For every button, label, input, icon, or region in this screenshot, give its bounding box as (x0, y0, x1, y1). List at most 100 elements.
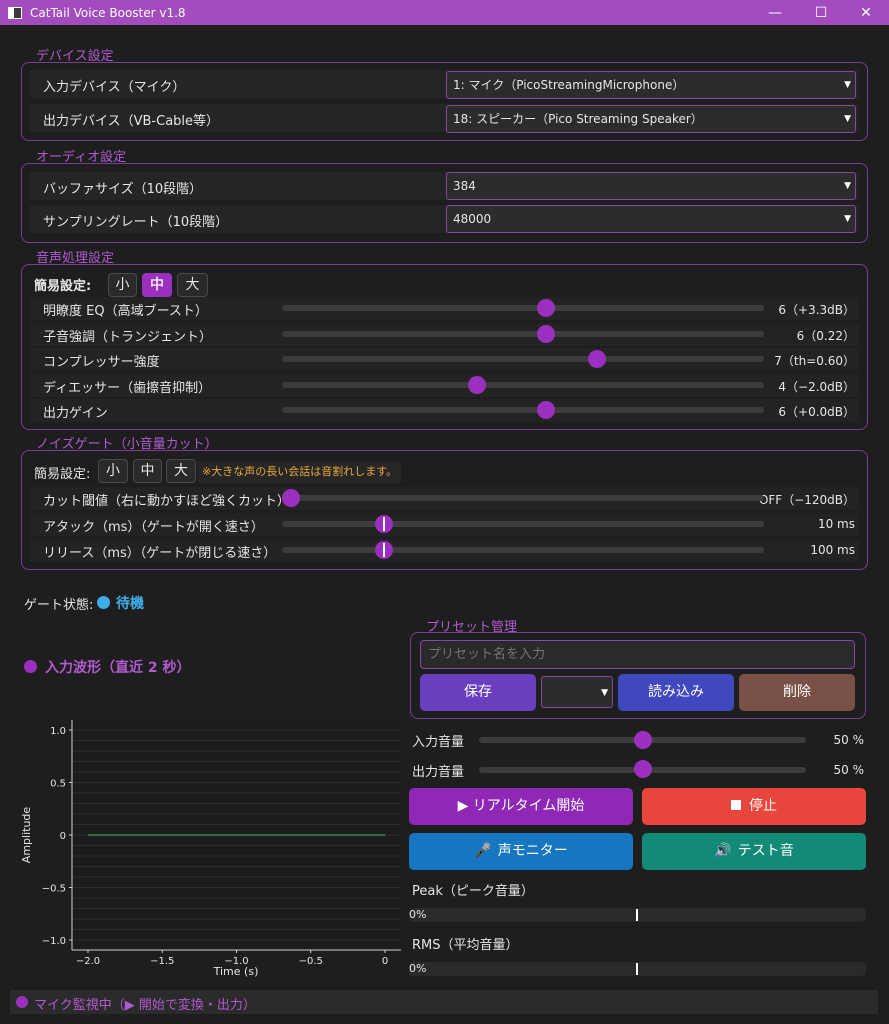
waveform-title: 入力波形（直近 2 秒） (45, 660, 191, 676)
output-volume-value: 50 % (833, 763, 865, 777)
title-bar: CatTail Voice Booster v1.8 — ☐ ✕ (0, 0, 889, 25)
delete-button[interactable]: 削除 (739, 674, 855, 711)
voice-slider-label: コンプレッサー強度 (43, 355, 160, 370)
input-device-select[interactable]: 1: マイク（PicoStreamingMicrophone） ▼ (446, 71, 856, 99)
voice-slider-label: 明瞭度 EQ（高域ブースト） (43, 304, 208, 319)
chevron-down-icon: ▼ (601, 688, 608, 698)
rms-meter: 0% (409, 962, 866, 976)
stop-button[interactable]: 停止 (642, 788, 866, 825)
input-volume-knob[interactable] (633, 731, 652, 749)
gate-preset-medium[interactable]: 中 (133, 459, 162, 483)
input-volume-label: 入力音量 (412, 735, 465, 750)
voice-slider-track[interactable] (282, 330, 764, 337)
output-volume-knob[interactable] (633, 760, 652, 778)
y-tick-label: 0.5 (50, 779, 66, 790)
waveform-chart: 1.00.50−0.5−1.0−2.0 −1.5 −1.0 −0.5 0 Time (s… (20, 720, 401, 978)
start-button[interactable]: ▶ リアルタイム開始 (409, 788, 633, 825)
output-device-value: 18: スピーカー（Pico Streaming Speaker） (453, 112, 703, 126)
voice-slider-track[interactable] (282, 381, 764, 388)
chevron-down-icon: ▼ (844, 214, 851, 224)
voice-preset-medium[interactable]: 中 (142, 273, 172, 297)
gate-warning: ※大きな声の長い会話は音割れします。 (198, 461, 402, 483)
gate-preset-label: 簡易設定: (34, 467, 91, 482)
maximize-button[interactable]: ☐ (798, 0, 844, 25)
voice-slider-track[interactable] (282, 305, 764, 311)
input-volume-value: 50 % (833, 733, 865, 747)
voice-slider-track[interactable] (282, 407, 764, 413)
gate-slider-label: リリース（ms）（ゲートが閉じる速さ） (43, 546, 277, 561)
voice-preset-large[interactable]: 大 (177, 273, 208, 297)
voice-slider-label: ディエッサー（歯擦音抑制） (43, 380, 212, 396)
stop-label: 停止 (749, 798, 777, 814)
y-tick-label: −1.0 (42, 936, 66, 947)
x-axis-label: Time (s) (213, 965, 259, 978)
load-button[interactable]: 読み込み (618, 674, 734, 711)
waveform-dot (24, 660, 37, 673)
peak-marker (636, 909, 638, 921)
speaker-icon: 🔊 (714, 843, 732, 859)
y-tick-label: 1.0 (50, 726, 66, 737)
gate-slider-label: カット閾値（右に動かすほど強くカット） (43, 494, 291, 509)
voice-slider-label: 子音強調（トランジェント） (43, 329, 213, 345)
input-device-label: 入力デバイス（マイク） (43, 80, 186, 95)
y-tick-label: 0 (60, 831, 66, 842)
preset-select[interactable]: ▼ (541, 676, 613, 708)
rate-select[interactable]: 48000 ▼ (446, 205, 856, 233)
preset-name-input[interactable] (420, 640, 855, 669)
gate-status-value: 待機 (116, 596, 144, 612)
output-volume-label: 出力音量 (412, 765, 465, 780)
gate-slider-label: アタック（ms）（ゲートが開く速さ） (43, 520, 264, 535)
gate-slider-knob[interactable] (374, 541, 393, 559)
voice-preset-label: 簡易設定: (34, 279, 92, 294)
gate-preset-small[interactable]: 小 (98, 459, 128, 483)
output-device-select[interactable]: 18: スピーカー（Pico Streaming Speaker） ▼ (446, 105, 856, 133)
voice-slider-track[interactable] (282, 356, 764, 362)
rate-value: 48000 (453, 212, 492, 226)
voice-slider-knob[interactable] (537, 324, 556, 343)
x-tick-label: −1.5 (150, 956, 174, 967)
microphone-icon: 🎤 (474, 843, 492, 859)
gate-status-dot (97, 596, 110, 609)
rms-value: 0% (409, 962, 427, 975)
voice-slider-label: 出力ゲイン (43, 406, 108, 421)
peak-meter: 0% (409, 908, 866, 922)
status-dot (16, 996, 28, 1008)
monitor-label: 声モニター (497, 843, 568, 859)
rms-label: RMS（平均音量） (412, 938, 519, 953)
test-sound-label: テスト音 (737, 843, 794, 859)
buffer-label: バッファサイズ（10段階） (43, 182, 203, 197)
gate-slider-track[interactable] (282, 495, 764, 501)
status-bar: マイク監視中（▶ 開始で変換・出力） (10, 990, 878, 1014)
output-device-label: 出力デバイス（VB-Cable等） (43, 114, 220, 129)
window-title: CatTail Voice Booster v1.8 (30, 5, 186, 20)
peak-value: 0% (409, 908, 427, 921)
x-tick-label: 0 (382, 956, 388, 967)
gate-status-label: ゲート状態: (24, 598, 94, 613)
chevron-down-icon: ▼ (844, 181, 851, 191)
chevron-down-icon: ▼ (844, 80, 851, 90)
app-icon (8, 6, 22, 19)
x-tick-label: −2.0 (76, 956, 100, 967)
x-tick-label: −0.5 (299, 956, 323, 967)
test-sound-button[interactable]: 🔊 テスト音 (642, 833, 866, 870)
stop-icon (731, 800, 741, 810)
gate-slider-track[interactable] (282, 547, 764, 553)
buffer-select[interactable]: 384 ▼ (446, 172, 856, 200)
y-axis-label: Amplitude (20, 807, 33, 864)
gate-slider-track[interactable] (282, 521, 764, 527)
gate-preset-large[interactable]: 大 (166, 459, 196, 483)
monitor-button[interactable]: 🎤 声モニター (409, 833, 633, 870)
minimize-button[interactable]: — (752, 0, 798, 25)
buffer-value: 384 (453, 179, 476, 193)
rate-label: サンプリングレート（10段階） (43, 215, 229, 230)
chevron-down-icon: ▼ (844, 114, 851, 124)
status-text: マイク監視中（▶ 開始で変換・出力） (34, 998, 256, 1013)
voice-preset-small[interactable]: 小 (108, 273, 137, 297)
input-device-value: 1: マイク（PicoStreamingMicrophone） (453, 78, 685, 92)
voice-slider-knob[interactable] (467, 375, 486, 394)
rms-marker (636, 963, 638, 975)
gate-slider-knob[interactable] (374, 515, 393, 533)
save-button[interactable]: 保存 (420, 674, 536, 711)
gate-slider-knob[interactable] (282, 489, 300, 507)
close-button[interactable]: ✕ (843, 0, 889, 25)
